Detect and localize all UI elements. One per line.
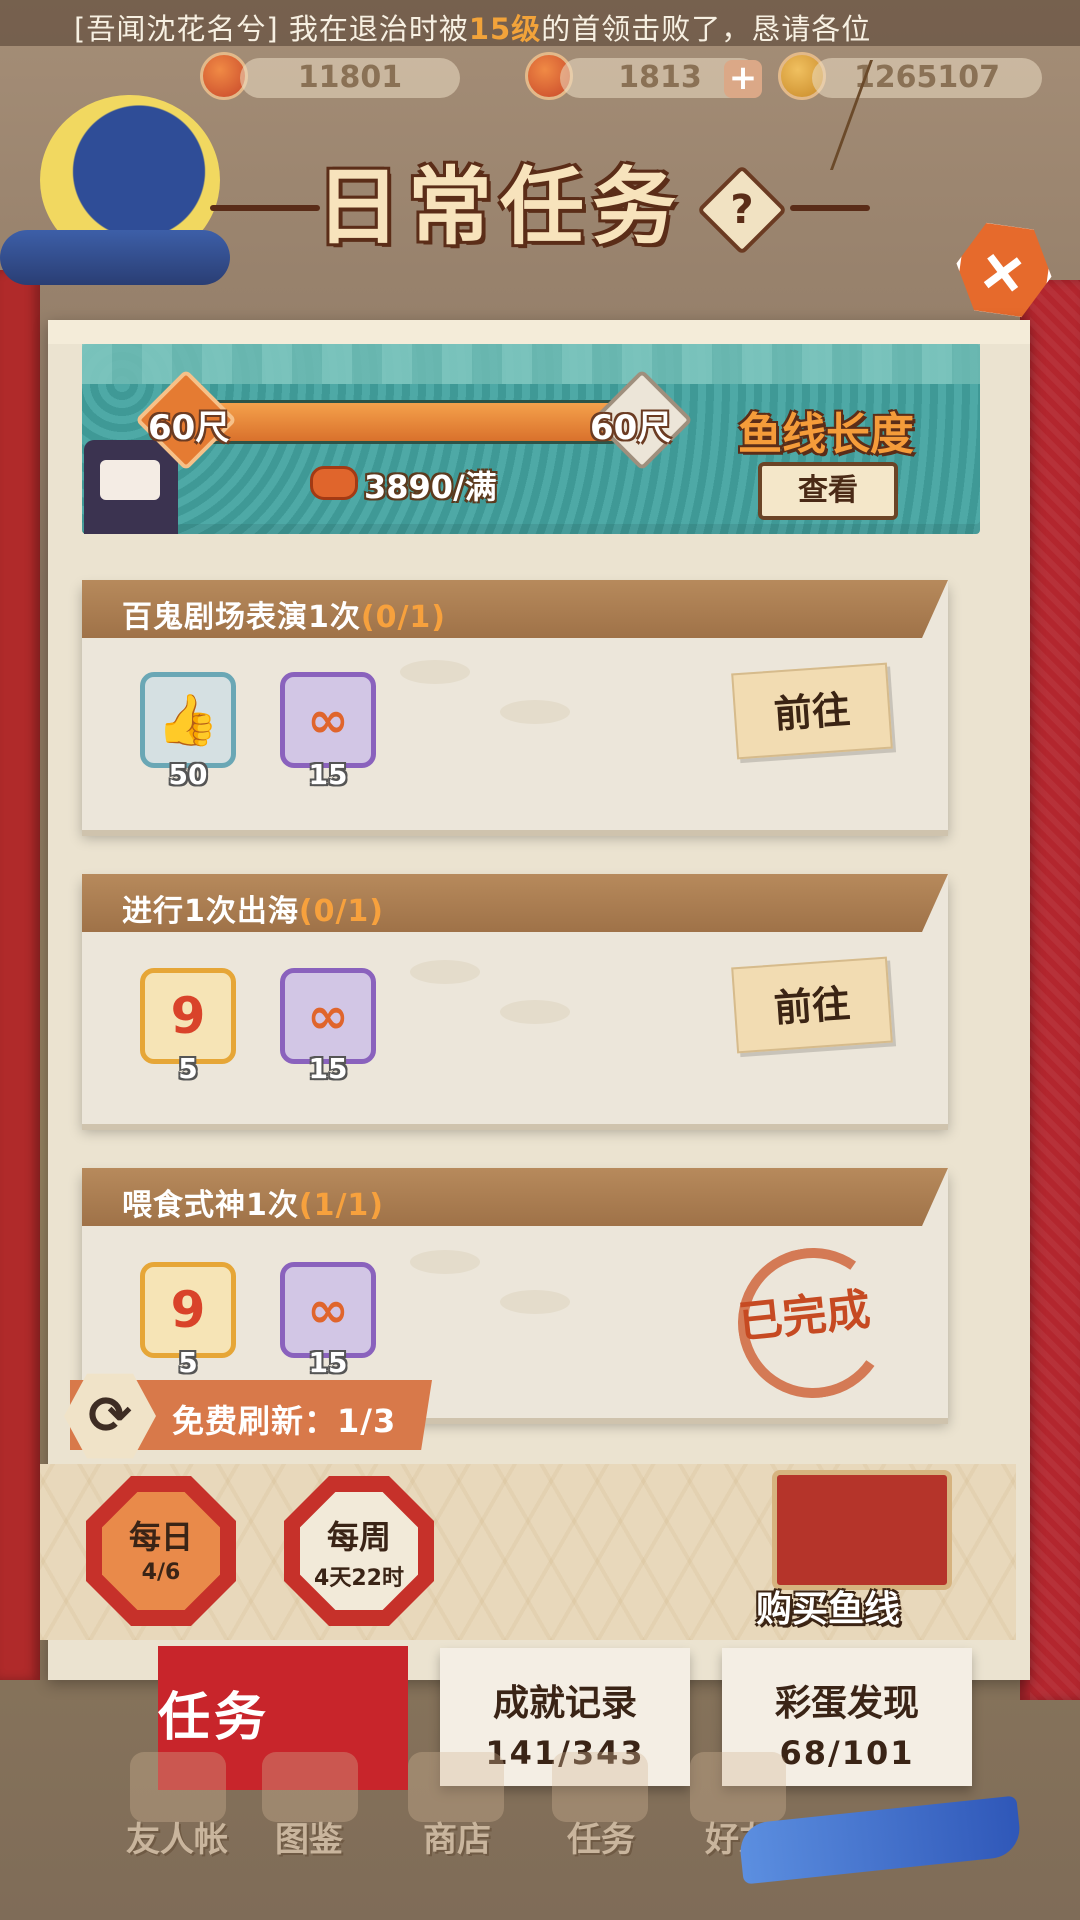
buy-fishing-line-button[interactable]: 购买鱼线 — [756, 1580, 900, 1632]
fishing-line-icon — [310, 466, 358, 500]
nav-tasks[interactable]: 任务 — [536, 1812, 666, 1861]
fishing-line-icon[interactable]: ∞ — [280, 672, 376, 768]
right-length-label: 60尺 — [590, 408, 672, 448]
add-resource-button[interactable]: + — [724, 60, 762, 98]
resource-1: 11801 — [240, 58, 460, 98]
hook-coin-icon[interactable]: 9 — [140, 968, 236, 1064]
go-button[interactable]: 前往 — [731, 662, 893, 760]
line-count: 3890/满 — [364, 468, 497, 506]
ticker-prefix: [吾闻沈花名兮] 我在退治时被 — [74, 12, 469, 46]
reward-qty: 15 — [308, 1052, 348, 1085]
reward-qty: 15 — [308, 758, 348, 791]
nav-shop[interactable]: 商店 — [392, 1812, 522, 1861]
fish-decoration — [410, 960, 480, 984]
nav-codex[interactable]: 图鉴 — [244, 1812, 374, 1861]
hook-coin-icon[interactable]: 9 — [140, 1262, 236, 1358]
help-icon: ? — [730, 187, 754, 233]
daily-tab-progress: 4/6 — [141, 1560, 181, 1585]
reward-qty: 50 — [168, 758, 208, 791]
reward-qty: 5 — [178, 1346, 198, 1379]
task-title: 喂食式神1次(1/1) — [122, 1188, 385, 1223]
weekly-tab[interactable]: 每周 4天22时 — [284, 1476, 434, 1626]
fish-decoration — [410, 1250, 480, 1274]
page-title: 日常任务 — [315, 158, 684, 256]
weekly-tab-label: 每周 — [326, 1518, 391, 1556]
reward-qty: 5 — [178, 1052, 198, 1085]
like-card-icon[interactable]: 👍 — [140, 672, 236, 768]
line-length-fill — [199, 403, 613, 441]
view-button[interactable]: 查看 — [758, 462, 898, 520]
weekly-tab-timer: 4天22时 — [314, 1566, 404, 1591]
daily-tab[interactable]: 每日 4/6 — [86, 1476, 236, 1626]
red-curtain-left — [0, 270, 40, 1680]
left-length-label: 60尺 — [148, 408, 230, 448]
nav-friends-book[interactable]: 友人帐 — [112, 1812, 242, 1861]
task-title: 百鬼剧场表演1次(0/1) — [122, 600, 447, 635]
completed-label: 已完成 — [736, 1284, 873, 1349]
fish-decoration — [500, 700, 570, 724]
tab-easter-eggs-label: 彩蛋发现 — [774, 1683, 919, 1724]
banner-wave — [82, 344, 980, 384]
free-refresh-label: 免费刷新：1/3 — [172, 1402, 397, 1440]
fish-decoration — [500, 1290, 570, 1314]
ticker-text: [吾闻沈花名兮] 我在退治时被15级的首领击败了，恳请各位 — [74, 6, 871, 48]
ticker-highlight: 15级 — [468, 12, 542, 46]
fishing-line-title: 鱼线长度 — [738, 409, 914, 460]
fish-decoration — [500, 1000, 570, 1024]
task-title: 进行1次出海(0/1) — [122, 894, 385, 929]
tab-achievements-label: 成就记录 — [492, 1683, 637, 1724]
reward-qty: 15 — [308, 1346, 348, 1379]
go-button[interactable]: 前往 — [731, 956, 893, 1054]
buy-fishing-line-chest-icon[interactable] — [772, 1470, 952, 1590]
fish-decoration — [400, 660, 470, 684]
daily-tab-label: 每日 — [128, 1518, 193, 1556]
fishing-line-icon[interactable]: ∞ — [280, 968, 376, 1064]
character-portrait — [84, 440, 178, 534]
fishing-line-icon[interactable]: ∞ — [280, 1262, 376, 1358]
ticker-suffix: 的首领击败了，恳请各位 — [541, 12, 872, 46]
